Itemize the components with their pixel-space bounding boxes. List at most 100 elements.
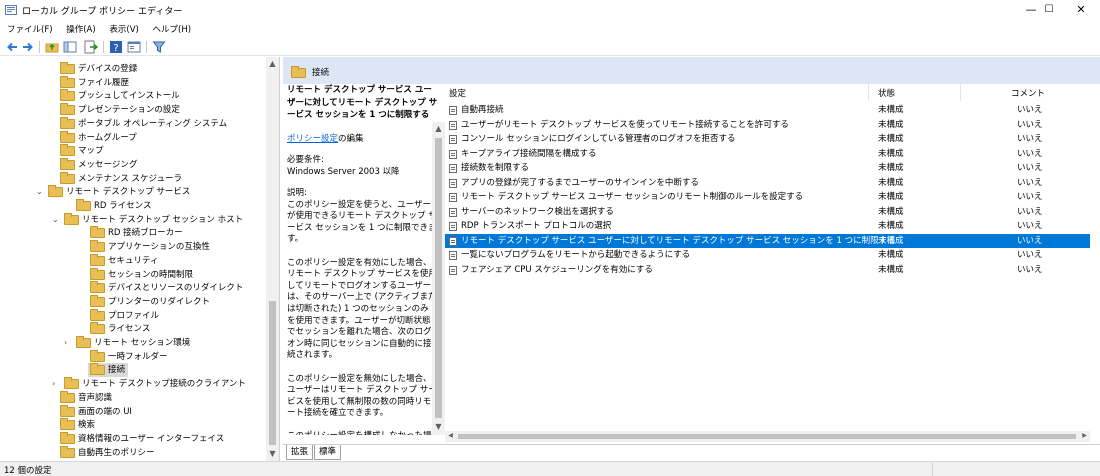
tree-item[interactable]: デバイスの登録	[60, 62, 137, 76]
tree-item[interactable]: › リモート デスクトップ接続のクライアント	[52, 377, 246, 391]
description-scroll-thumb[interactable]	[435, 138, 442, 418]
menu-file[interactable]: ファイル(F)	[0, 20, 57, 35]
tree-item-label: プッシュしてインストール	[78, 91, 180, 102]
tree-item[interactable]: プロファイル	[90, 308, 159, 323]
tree-item[interactable]: メッセージング	[60, 157, 137, 172]
tree-scroll-down-icon[interactable]: ▼	[266, 449, 279, 458]
setting-row[interactable]: アプリの登録が完了するまでユーザーのサインインを中断する 未構成 いいえ	[445, 176, 1090, 191]
folder-icon	[60, 130, 75, 143]
show-hide-tree-icon[interactable]	[63, 40, 77, 54]
setting-row[interactable]: 自動再接続 未構成 いいえ	[445, 103, 1090, 118]
settings-horizontal-scrollbar[interactable]: ◀ ▶	[445, 431, 1090, 442]
setting-row[interactable]: リモート デスクトップ サービス ユーザーに対してリモート デスクトップ サービ…	[445, 233, 1090, 248]
menu-action[interactable]: 操作(A)	[59, 20, 99, 35]
group-policy-app-icon	[5, 5, 17, 15]
setting-row[interactable]: リモート デスクトップ サービス ユーザー セッションのリモート制御のルールを設…	[445, 190, 1090, 205]
menu-help[interactable]: ヘルプ(H)	[146, 20, 196, 35]
folder-icon	[90, 363, 105, 376]
setting-name: リモート デスクトップ サービス ユーザーに対してリモート デスクトップ サービ…	[461, 235, 896, 246]
tree-item-label: セッションの時間制限	[108, 269, 194, 280]
tree-item[interactable]: ⌄ リモート デスクトップ セッション ホスト	[52, 212, 243, 227]
setting-name: フェアシェア CPU スケジューリングを有効にする	[461, 264, 653, 275]
tree-item[interactable]: マップ	[60, 144, 104, 158]
edit-policy-link[interactable]: ポリシー設定	[287, 134, 338, 144]
tree-scroll-thumb[interactable]	[269, 301, 276, 445]
tree-item-label: 一時フォルダー	[108, 351, 168, 362]
scroll-left-icon[interactable]: ◀	[445, 432, 456, 439]
tree-item-label: デバイスとリソースのリダイレクト	[108, 283, 244, 294]
tree-item[interactable]: メンテナンス スケジューラ	[60, 171, 182, 186]
collapsed-chevron-icon[interactable]: ›	[64, 336, 74, 350]
column-header-state[interactable]: 状態	[878, 87, 895, 99]
tree-item[interactable]: ライセンス	[90, 322, 150, 336]
help-icon[interactable]: ?	[109, 40, 123, 54]
tree-item[interactable]: 資格情報のユーザー インターフェイス	[60, 431, 225, 446]
description-title: リモート デスクトップ サービス ユーザーに対してリモート デスクトップ サービ…	[287, 85, 438, 120]
folder-icon	[60, 89, 75, 102]
tab-standard[interactable]: 標準	[314, 445, 342, 460]
tree-item[interactable]: 検索	[60, 418, 95, 432]
setting-comment: いいえ	[1017, 163, 1043, 173]
tree-item-label: 音声認識	[78, 392, 113, 403]
tree-item[interactable]: 音声認識	[60, 390, 113, 405]
filter-icon[interactable]	[152, 40, 166, 54]
setting-row[interactable]: サーバーのネットワーク検出を選択する 未構成 いいえ	[445, 205, 1090, 220]
tree-item[interactable]: RD 接続ブローカー	[90, 226, 183, 240]
tree-item[interactable]: プレゼンテーションの設定	[60, 103, 180, 117]
setting-row[interactable]: コンソール セッションにログインしている管理者のログオフを拒否する 未構成 いいえ	[445, 132, 1090, 147]
column-header-comment[interactable]: コメント	[1011, 87, 1045, 99]
description-scrollbar[interactable]: ▲ ▼	[432, 122, 445, 435]
tree-vertical-scrollbar[interactable]: ▲ ▼	[266, 57, 279, 461]
policy-tree[interactable]: デバイスの登録 ファイル履歴 プッシュしてインストール プレゼンテーションの設定 ポータ…	[0, 57, 280, 461]
tree-item[interactable]: 一時フォルダー	[90, 349, 168, 364]
folder-icon	[90, 226, 105, 239]
description-scroll-down-icon[interactable]: ▼	[432, 422, 445, 431]
setting-row[interactable]: RDP トランスポート プロトコルの選択 未構成 いいえ	[445, 219, 1090, 234]
column-header-setting[interactable]: 設定	[449, 87, 466, 99]
settings-scroll-thumb[interactable]	[458, 434, 1076, 439]
up-folder-icon[interactable]	[45, 40, 59, 54]
setting-row[interactable]: キープアライブ接続間隔を構成する 未構成 いいえ	[445, 147, 1090, 162]
setting-state: 未構成	[878, 148, 904, 159]
tree-item[interactable]: ⌄ リモート デスクトップ サービス	[36, 185, 190, 199]
expanded-chevron-icon[interactable]: ⌄	[52, 213, 62, 227]
tree-item[interactable]: セッションの時間制限	[90, 267, 194, 282]
tree-item[interactable]: 画面の端の UI	[60, 404, 132, 419]
setting-row[interactable]: 接続数を制限する 未構成 いいえ	[445, 161, 1090, 176]
scroll-right-icon[interactable]: ▶	[1079, 432, 1090, 439]
forward-icon[interactable]	[21, 40, 35, 54]
tree-item[interactable]: › リモート セッション環境	[64, 336, 190, 350]
tree-item[interactable]: 接続	[88, 363, 129, 378]
policy-setting-icon	[449, 251, 457, 260]
tree-item[interactable]: プッシュしてインストール	[60, 89, 180, 103]
setting-name: 一覧にないプログラムをリモートから起動できるようにする	[461, 250, 691, 260]
export-list-icon[interactable]	[84, 40, 98, 54]
tree-item[interactable]: ホームグループ	[60, 130, 137, 145]
tree-item-label: 検索	[78, 420, 96, 431]
tree-item-label: 資格情報のユーザー インターフェイス	[78, 433, 225, 444]
tree-item-label: プリンターのリダイレクト	[108, 296, 211, 307]
back-icon[interactable]	[5, 40, 19, 54]
menu-view[interactable]: 表示(V)	[102, 20, 142, 35]
tree-item[interactable]: RD ライセンス	[76, 199, 151, 213]
description-scroll-up-icon[interactable]: ▲	[432, 124, 445, 133]
tree-item[interactable]: デバイスとリソースのリダイレクト	[90, 281, 243, 295]
tree-item[interactable]: ポータブル オペレーティング システム	[60, 116, 227, 131]
tab-extended[interactable]: 拡張	[286, 445, 314, 460]
tree-item[interactable]: ファイル履歴	[60, 75, 129, 90]
tree-item[interactable]: アプリケーションの互換性	[90, 240, 210, 254]
close-button[interactable]: ✕	[1058, 0, 1100, 20]
setting-row[interactable]: ユーザーがリモート デスクトップ サービスを使ってリモート接続することを許可する…	[445, 118, 1090, 133]
tree-scroll-up-icon[interactable]: ▲	[266, 59, 279, 68]
tree-item[interactable]: セキュリティ	[90, 253, 159, 268]
tree-item-label: 画面の端の UI	[78, 406, 132, 417]
properties-icon[interactable]	[127, 40, 141, 54]
column-header-row: 設定 状態 コメント	[445, 84, 1100, 101]
setting-row[interactable]: 一覧にないプログラムをリモートから起動できるようにする 未構成 いいえ	[445, 248, 1090, 263]
title-bar: ローカル グループ ポリシー エディター — ☐ ✕	[0, 0, 1100, 20]
tree-item[interactable]: 自動再生のポリシー	[60, 445, 155, 460]
setting-row[interactable]: フェアシェア CPU スケジューリングを有効にする 未構成 いいえ	[445, 263, 1090, 278]
expanded-chevron-icon[interactable]: ⌄	[36, 185, 46, 199]
tree-item[interactable]: プリンターのリダイレクト	[90, 294, 211, 309]
collapsed-chevron-icon[interactable]: ›	[52, 377, 62, 391]
